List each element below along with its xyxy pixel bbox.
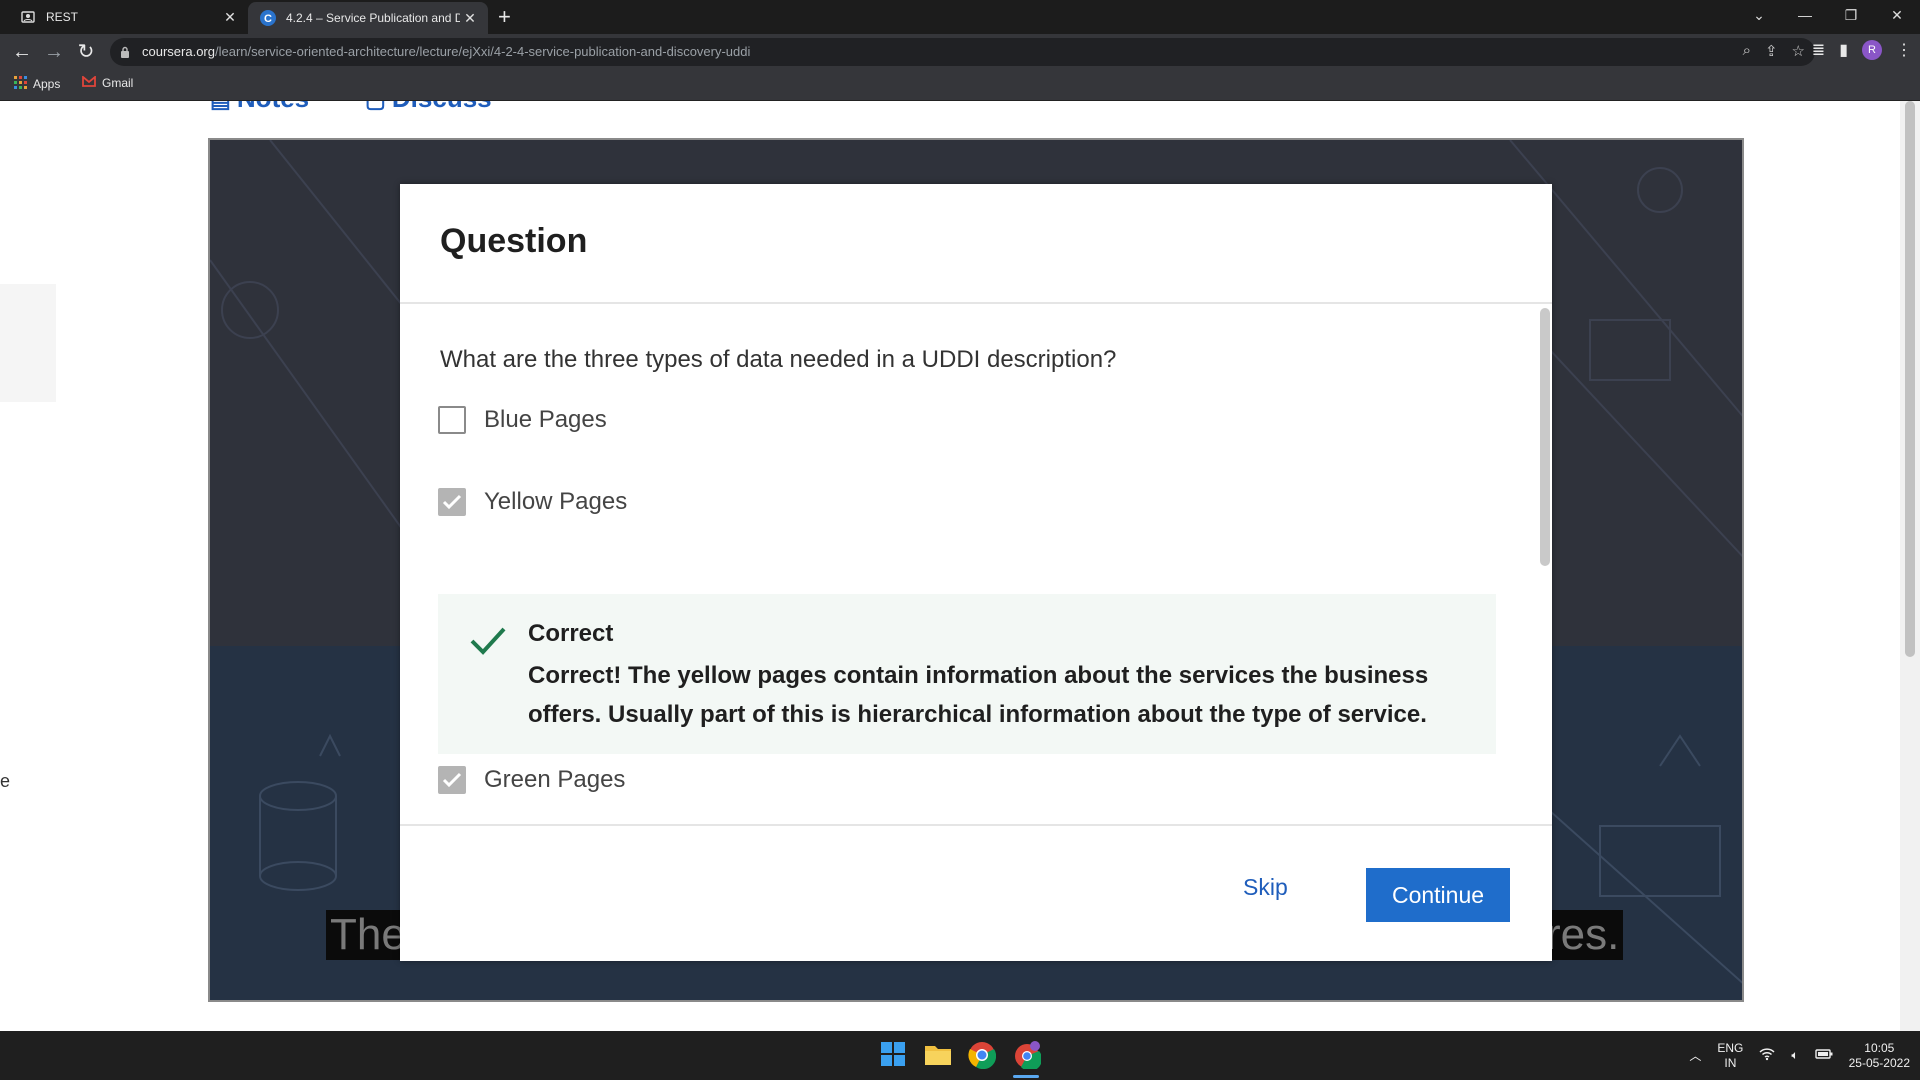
- modal-scrollbar-thumb[interactable]: [1540, 308, 1550, 566]
- profile-avatar[interactable]: R: [1862, 40, 1882, 60]
- reload-icon[interactable]: ↻: [74, 40, 98, 64]
- active-app-indicator: [1013, 1075, 1039, 1078]
- question-prompt: What are the three types of data needed …: [440, 346, 1117, 373]
- notes-icon: ▤: [210, 101, 237, 112]
- tab-rest[interactable]: REST ✕: [8, 0, 248, 34]
- checkbox[interactable]: [438, 406, 466, 434]
- checkbox-checked[interactable]: [438, 766, 466, 794]
- clock-time: 10:05: [1864, 1040, 1895, 1055]
- window-controls: ⌄ — ❐ ✕: [1736, 0, 1920, 30]
- option-label: Blue Pages: [484, 406, 607, 433]
- checkmark-icon: [442, 772, 462, 788]
- bookmark-gmail[interactable]: Gmail: [82, 75, 134, 90]
- tab-close-icon[interactable]: ✕: [220, 9, 240, 26]
- feedback-title: Correct: [528, 620, 614, 647]
- language-indicator[interactable]: ENG IN: [1717, 1041, 1743, 1071]
- chrome-icon[interactable]: [968, 1041, 997, 1070]
- bookmark-star-icon[interactable]: ☆: [1792, 42, 1805, 60]
- back-icon[interactable]: ←: [10, 40, 34, 64]
- checkmark-icon: [442, 494, 462, 510]
- url-text: coursera.org/learn/service-oriented-arch…: [142, 44, 750, 59]
- clock-date: 25-05-2022: [1848, 1055, 1910, 1070]
- forward-icon[interactable]: →: [42, 40, 66, 64]
- coursera-favicon-icon: C: [260, 10, 276, 26]
- file-explorer-icon[interactable]: [924, 1041, 952, 1069]
- caption-left: The: [326, 910, 410, 960]
- restore-icon[interactable]: ❐: [1828, 0, 1874, 30]
- tab-coursera[interactable]: C 4.2.4 – Service Publication and D ✕: [248, 2, 488, 34]
- left-panel: [0, 284, 56, 402]
- feedback-panel: Correct Correct! The yellow pages contai…: [438, 594, 1496, 754]
- windows-taskbar: ︿ ENG IN 🔈︎ 10:05 25-05-2022: [0, 1031, 1920, 1080]
- new-tab-button[interactable]: +: [498, 5, 511, 29]
- windows-start-icon[interactable]: [880, 1041, 908, 1069]
- page-scrollbar[interactable]: [1900, 101, 1920, 1031]
- chrome-profile-icon[interactable]: [1013, 1041, 1043, 1072]
- bookmark-label: Gmail: [102, 76, 134, 90]
- browser-tab-strip: REST ✕ C 4.2.4 – Service Publication and…: [0, 0, 1920, 34]
- modal-body: What are the three types of data needed …: [400, 304, 1552, 824]
- correct-check-icon: [470, 626, 506, 661]
- discuss-label: Discuss: [392, 101, 492, 113]
- skip-button[interactable]: Skip: [1243, 874, 1288, 901]
- wifi-icon[interactable]: [1759, 1047, 1775, 1064]
- checkbox-checked[interactable]: [438, 488, 466, 516]
- minimize-icon[interactable]: —: [1782, 0, 1828, 30]
- clock[interactable]: 10:05 25-05-2022: [1849, 1041, 1910, 1071]
- modal-footer: Skip Continue: [400, 824, 1552, 961]
- show-hidden-icons-icon[interactable]: ︿: [1689, 1047, 1701, 1064]
- notes-label: Notes: [237, 101, 309, 113]
- modal-title: Question: [440, 222, 588, 260]
- menu-icon[interactable]: ⋮: [1896, 40, 1912, 60]
- bookmark-label: Apps: [33, 77, 61, 91]
- option-label: Green Pages: [484, 766, 626, 793]
- reading-list-icon[interactable]: ≣: [1812, 40, 1825, 60]
- svg-text:C: C: [264, 13, 272, 25]
- discuss-link[interactable]: ▢ Discuss: [365, 101, 492, 114]
- language-line-1: ENG: [1717, 1040, 1744, 1055]
- continue-button[interactable]: Continue: [1366, 868, 1510, 922]
- modal-header: Question: [400, 184, 1552, 304]
- toolbar-right: ≣ ▮ R ⋮: [1812, 40, 1912, 60]
- zoom-icon[interactable]: ⌕: [1743, 42, 1751, 60]
- feedback-text: Correct! The yellow pages contain inform…: [528, 662, 1429, 728]
- question-modal: Question What are the three types of dat…: [400, 184, 1552, 961]
- share-icon[interactable]: ⇪: [1765, 42, 1778, 60]
- option-label: Yellow Pages: [484, 488, 628, 515]
- omnibox-actions: ⌕ ⇪ ☆: [1743, 42, 1805, 60]
- browser-toolbar: ← → ↻ coursera.org/learn/service-oriente…: [0, 34, 1920, 70]
- lock-icon: [120, 45, 130, 63]
- edge-text: e: [0, 771, 11, 791]
- option-green-pages[interactable]: Green Pages: [438, 766, 625, 794]
- volume-icon[interactable]: 🔈︎: [1791, 1048, 1798, 1063]
- option-blue-pages[interactable]: Blue Pages: [438, 406, 607, 434]
- system-tray: ︿ ENG IN 🔈︎ 10:05 25-05-2022: [1689, 1031, 1910, 1080]
- discuss-icon: ▢: [365, 101, 392, 112]
- url-domain: coursera.org: [142, 44, 215, 59]
- gmail-icon: [82, 75, 96, 90]
- option-yellow-pages[interactable]: Yellow Pages: [438, 488, 627, 516]
- tab-close-icon[interactable]: ✕: [460, 10, 480, 27]
- page-scrollbar-thumb[interactable]: [1905, 101, 1915, 657]
- tab-title: REST: [46, 10, 79, 24]
- address-bar[interactable]: coursera.org/learn/service-oriented-arch…: [110, 38, 1815, 66]
- caption-right: res.: [1542, 910, 1624, 960]
- bookmark-apps[interactable]: Apps: [14, 76, 60, 92]
- language-line-2: IN: [1724, 1055, 1737, 1070]
- url-path: /learn/service-oriented-architecture/lec…: [214, 44, 751, 59]
- notes-link[interactable]: ▤ Notes: [210, 101, 309, 114]
- side-panel-icon[interactable]: ▮: [1839, 40, 1848, 60]
- close-window-icon[interactable]: ✕: [1874, 0, 1920, 30]
- tab-favicon-icon: [20, 9, 36, 25]
- battery-icon[interactable]: [1814, 1048, 1833, 1063]
- tab-search-icon[interactable]: ⌄: [1736, 0, 1782, 30]
- bookmarks-bar: Apps Gmail: [0, 70, 1920, 101]
- tab-title: 4.2.4 – Service Publication and D: [286, 11, 460, 25]
- apps-grid-icon: [14, 76, 27, 92]
